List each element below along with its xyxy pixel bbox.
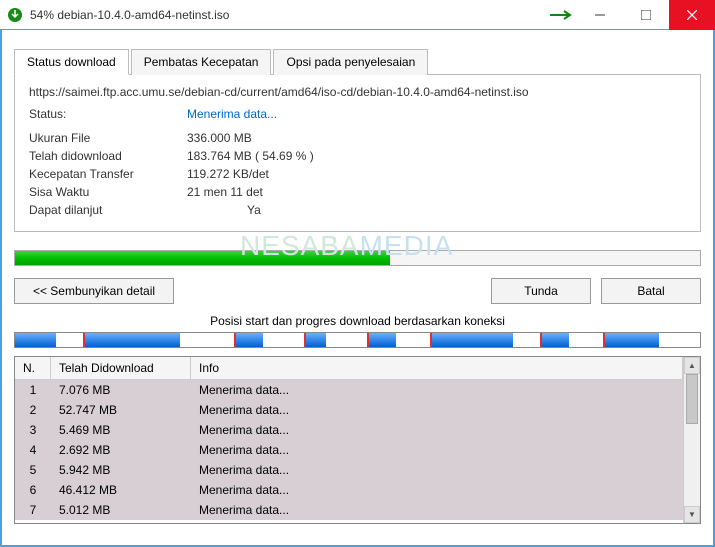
cell-downloaded: 7.076 MB: [51, 382, 191, 398]
cell-downloaded: 52.747 MB: [51, 402, 191, 418]
pause-button[interactable]: Tunda: [491, 278, 591, 304]
cell-info: Menerima data...: [191, 422, 683, 438]
grid-header: N. Telah Didownload Info: [15, 357, 683, 380]
table-row[interactable]: 55.942 MBMenerima data...: [15, 460, 683, 480]
resume-value: Ya: [187, 203, 261, 217]
tab-panel: https://saimei.ftp.acc.umu.se/debian-cd/…: [14, 75, 701, 232]
tab-speed-limiter[interactable]: Pembatas Kecepatan: [131, 49, 272, 75]
cell-number: 2: [15, 402, 51, 418]
resume-label: Dapat dilanjut: [29, 203, 187, 217]
timeleft-label: Sisa Waktu: [29, 185, 187, 199]
cell-info: Menerima data...: [191, 482, 683, 498]
cell-downloaded: 5.012 MB: [51, 502, 191, 518]
window-title: 54% debian-10.4.0-amd64-netinst.iso: [30, 8, 547, 22]
progress-bar: [14, 250, 701, 266]
cancel-button[interactable]: Batal: [601, 278, 701, 304]
downloaded-value: 183.764 MB ( 54.69 % ): [187, 149, 314, 163]
cell-downloaded: 5.469 MB: [51, 422, 191, 438]
status-value: Menerima data...: [187, 107, 277, 121]
col-number[interactable]: N.: [15, 357, 51, 379]
close-button[interactable]: [669, 0, 715, 30]
cell-info: Menerima data...: [191, 502, 683, 518]
cell-number: 6: [15, 482, 51, 498]
progress-fill: [15, 251, 390, 265]
col-info[interactable]: Info: [191, 357, 683, 379]
cell-downloaded: 46.412 MB: [51, 482, 191, 498]
cell-info: Menerima data...: [191, 382, 683, 398]
cell-downloaded: 5.942 MB: [51, 462, 191, 478]
tab-strip: Status download Pembatas Kecepatan Opsi …: [14, 48, 701, 75]
col-downloaded[interactable]: Telah Didownload: [51, 357, 191, 379]
cell-info: Menerima data...: [191, 442, 683, 458]
filesize-value: 336.000 MB: [187, 131, 252, 145]
window-frame: Status download Pembatas Kecepatan Opsi …: [0, 30, 715, 547]
status-label: Status:: [29, 107, 187, 121]
tab-on-completion[interactable]: Opsi pada penyelesaian: [273, 49, 428, 75]
tab-status-download[interactable]: Status download: [14, 49, 129, 75]
cell-number: 3: [15, 422, 51, 438]
app-icon: [6, 6, 24, 24]
table-row[interactable]: 75.012 MBMenerima data...: [15, 500, 683, 520]
vertical-scrollbar[interactable]: ▲ ▼: [683, 357, 700, 523]
cell-number: 1: [15, 382, 51, 398]
timeleft-value: 21 men 11 det: [187, 185, 263, 199]
cell-downloaded: 2.692 MB: [51, 442, 191, 458]
table-row[interactable]: 42.692 MBMenerima data...: [15, 440, 683, 460]
table-row[interactable]: 646.412 MBMenerima data...: [15, 480, 683, 500]
scroll-thumb[interactable]: [686, 374, 698, 424]
titlebar: 54% debian-10.4.0-amd64-netinst.iso: [0, 0, 715, 30]
hide-detail-button[interactable]: << Sembunyikan detail: [14, 278, 174, 304]
table-row[interactable]: 17.076 MBMenerima data...: [15, 380, 683, 400]
resume-arrow-icon: [547, 10, 577, 20]
download-url: https://saimei.ftp.acc.umu.se/debian-cd/…: [29, 85, 686, 99]
speed-label: Kecepatan Transfer: [29, 167, 187, 181]
cell-number: 5: [15, 462, 51, 478]
filesize-label: Ukuran File: [29, 131, 187, 145]
cell-number: 7: [15, 502, 51, 518]
segment-bar: [14, 332, 701, 348]
table-row[interactable]: 252.747 MBMenerima data...: [15, 400, 683, 420]
segments-label: Posisi start dan progres download berdas…: [14, 314, 701, 328]
minimize-button[interactable]: [577, 0, 623, 30]
table-row[interactable]: 35.469 MBMenerima data...: [15, 420, 683, 440]
scroll-down-icon[interactable]: ▼: [684, 506, 700, 523]
scroll-up-icon[interactable]: ▲: [684, 357, 700, 374]
cell-info: Menerima data...: [191, 402, 683, 418]
cell-number: 4: [15, 442, 51, 458]
connections-grid: N. Telah Didownload Info 17.076 MBMeneri…: [14, 356, 701, 524]
cell-info: Menerima data...: [191, 462, 683, 478]
downloaded-label: Telah didownload: [29, 149, 187, 163]
speed-value: 119.272 KB/det: [187, 167, 269, 181]
maximize-button[interactable]: [623, 0, 669, 30]
